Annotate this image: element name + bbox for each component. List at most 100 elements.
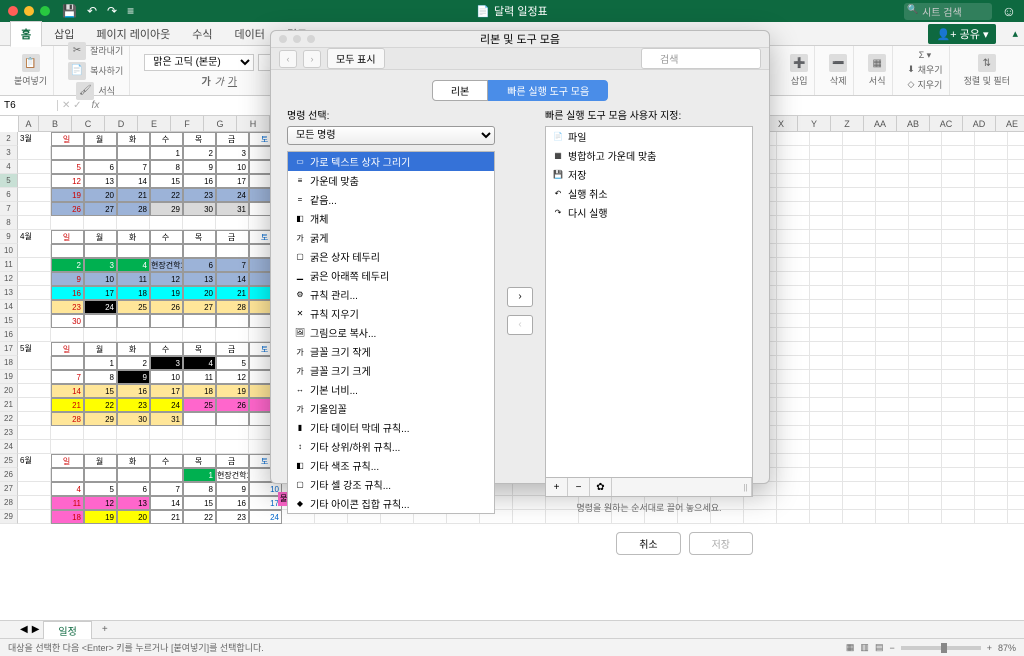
sheet-search[interactable]: 시트 검색 — [904, 3, 992, 20]
doc-icon: 📄 — [476, 5, 490, 18]
paste-icon[interactable]: 📋 — [22, 54, 40, 72]
command-item[interactable]: ≡가운데 맞춤 — [288, 171, 494, 190]
qat-customize-icon[interactable]: ≡ — [127, 4, 134, 18]
save-icon[interactable]: 💾 — [62, 4, 77, 18]
name-box[interactable]: T6 — [0, 100, 58, 111]
dialog-search[interactable]: 검색 — [641, 48, 761, 69]
qat-remove-icon[interactable]: − — [568, 478, 590, 496]
remove-command-button[interactable]: ‹ — [507, 315, 533, 335]
fx-icon[interactable]: fx — [86, 100, 106, 111]
copy-icon[interactable]: 📄 — [68, 62, 86, 80]
dialog-min-icon — [293, 35, 301, 43]
sheet-nav-prev[interactable]: ▶ — [32, 624, 40, 635]
fill-icon[interactable]: ⬇ — [907, 64, 915, 75]
command-item[interactable]: ▁굵은 아래쪽 테두리 — [288, 266, 494, 285]
show-all-button[interactable]: 모두 표시 — [327, 48, 385, 69]
delete-cells-icon[interactable]: ➖ — [829, 54, 847, 72]
dialog-zoom-icon — [307, 35, 315, 43]
cancel-button[interactable]: 취소 — [616, 532, 680, 555]
qat-list[interactable]: 📄파일▦병합하고 가운데 맞춤💾저장↶실행 취소↷다시 실행 — [545, 126, 753, 478]
zoom-slider[interactable] — [901, 646, 981, 650]
dialog-back[interactable]: ‹ — [279, 50, 297, 68]
command-item[interactable]: ⚙규칙 관리... — [288, 285, 494, 304]
command-item[interactable]: ↔기본 너비... — [288, 380, 494, 399]
sheet-tabs-bar: ◀ ▶ 일정 + — [0, 620, 1024, 638]
clear-icon[interactable]: ◇ — [908, 79, 915, 90]
bold-icon[interactable]: 가 — [201, 73, 210, 88]
feedback-icon[interactable]: ☺ — [1002, 3, 1016, 19]
status-bar: 대상을 선택한 다음 <Enter> 키를 누르거나 [붙여넣기]를 선택합니다… — [0, 638, 1024, 656]
zoom-value: 87% — [998, 643, 1016, 653]
document-title: 📄 달력 일정표 — [476, 3, 547, 19]
view-normal-icon[interactable]: ▦ — [846, 642, 855, 653]
command-item[interactable]: 🖼그림으로 복사... — [288, 323, 494, 342]
tab-formulas[interactable]: 수식 — [182, 22, 222, 46]
qat-item[interactable]: 📄파일 — [546, 127, 752, 146]
command-item[interactable]: ▮기타 데이터 막데 규칙... — [288, 418, 494, 437]
command-item[interactable]: 가기울임꼴 — [288, 399, 494, 418]
sheet-nav-first[interactable]: ◀ — [20, 624, 28, 635]
share-button[interactable]: 👤+ 공유 ▾ — [928, 24, 996, 44]
status-message: 대상을 선택한 다음 <Enter> 키를 누르거나 [붙여넣기]를 선택합니다… — [8, 641, 264, 654]
sort-filter-icon[interactable]: ⇅ — [978, 54, 996, 72]
undo-icon[interactable]: ↶ — [87, 4, 97, 18]
tab-home[interactable]: 홈 — [10, 21, 42, 47]
view-pagebreak-icon[interactable]: ▤ — [875, 642, 884, 653]
formatpainter-icon[interactable]: 🖌 — [76, 82, 94, 100]
command-item[interactable]: 가글꼴 크기 작게 — [288, 342, 494, 361]
add-command-button[interactable]: › — [507, 287, 533, 307]
paste-label: 붙여넣기 — [14, 74, 47, 87]
tab-data[interactable]: 데이터 — [225, 22, 275, 46]
command-item[interactable]: ◧개체 — [288, 209, 494, 228]
font-select[interactable]: 맑은 고딕 (본문) — [144, 54, 254, 71]
command-item[interactable]: 가굵게 — [288, 228, 494, 247]
customize-dialog: 리본 및 도구 모음 ‹ › 모두 표시 검색 리본 빠른 실행 도구 모음 명… — [270, 30, 770, 484]
minimize-window[interactable] — [24, 6, 34, 16]
zoom-window[interactable] — [40, 6, 50, 16]
command-item[interactable]: ▢굵은 상자 테두리 — [288, 247, 494, 266]
qat-item[interactable]: ↶실행 취소 — [546, 184, 752, 203]
dialog-forward[interactable]: › — [303, 50, 321, 68]
titlebar: 💾 ↶ ↷ ≡ 📄 달력 일정표 시트 검색 ☺ — [0, 0, 1024, 22]
command-item[interactable]: ▭가로 텍스트 상자 그리기 — [288, 152, 494, 171]
save-button[interactable]: 저장 — [689, 532, 753, 555]
dialog-title: 리본 및 도구 모음 — [271, 31, 769, 48]
view-pagelayout-icon[interactable]: ▥ — [860, 642, 869, 653]
qat-label: 빠른 실행 도구 모음 사용자 지정: — [545, 107, 753, 122]
cut-icon[interactable]: ✂ — [68, 42, 86, 60]
command-item[interactable]: =같음... — [288, 190, 494, 209]
redo-icon[interactable]: ↷ — [107, 4, 117, 18]
qat-item[interactable]: 💾저장 — [546, 165, 752, 184]
commands-dropdown[interactable]: 모든 명령 — [287, 126, 495, 145]
insert-cells-icon[interactable]: ➕ — [790, 54, 808, 72]
italic-icon[interactable]: 가 — [215, 73, 224, 88]
qat-settings-icon[interactable]: ✿ — [590, 478, 612, 496]
command-item[interactable]: ◆기타 아이콘 집합 규칙... — [288, 494, 494, 513]
qat-item[interactable]: ▦병합하고 가운데 맞춤 — [546, 146, 752, 165]
command-item[interactable]: ▢기타 셀 강조 규칙... — [288, 475, 494, 494]
format-cells-icon[interactable]: ▦ — [868, 54, 886, 72]
sheet-tab[interactable]: 일정 — [43, 621, 91, 639]
seg-qat[interactable]: 빠른 실행 도구 모음 — [488, 80, 608, 101]
seg-ribbon[interactable]: 리본 — [432, 80, 488, 101]
command-item[interactable]: ↕기타 상위/하위 규칙... — [288, 437, 494, 456]
commands-list[interactable]: ▭가로 텍스트 상자 그리기≡가운데 맞춤=같음...◧개체가굵게▢굵은 상자 … — [287, 151, 495, 514]
underline-icon[interactable]: 가 — [228, 73, 237, 88]
command-item[interactable]: 가글꼴 크기 크게 — [288, 361, 494, 380]
command-item[interactable]: ◧기타 색조 규칙... — [288, 456, 494, 475]
zoom-out-icon[interactable]: − — [889, 643, 894, 653]
autosum-icon[interactable]: Σ ▾ — [919, 50, 932, 61]
dialog-close-icon[interactable] — [279, 35, 287, 43]
collapse-ribbon-icon[interactable]: ▴ — [1012, 27, 1018, 40]
quick-access-toolbar: 💾 ↶ ↷ ≡ — [62, 4, 134, 18]
commands-from-label: 명령 선택: — [287, 107, 495, 122]
qat-item[interactable]: ↷다시 실행 — [546, 203, 752, 222]
dialog-segment: 리본 빠른 실행 도구 모음 — [271, 80, 769, 101]
command-item[interactable]: ✕규칙 지우기 — [288, 304, 494, 323]
dialog-hint: 명령을 원하는 순서대로 끌어 놓으세요. — [545, 501, 753, 514]
qat-reorder-handle[interactable]: || — [740, 478, 752, 496]
add-sheet[interactable]: + — [96, 623, 114, 636]
zoom-in-icon[interactable]: + — [987, 643, 992, 653]
qat-add-icon[interactable]: + — [546, 478, 568, 496]
close-window[interactable] — [8, 6, 18, 16]
